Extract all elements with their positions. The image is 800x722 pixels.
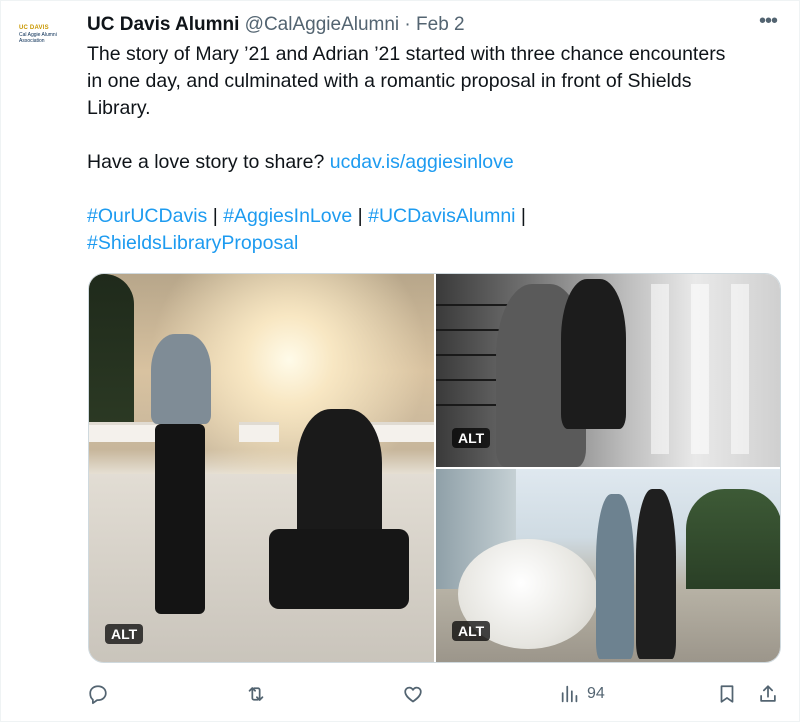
share-prefix: Have a love story to share?: [87, 151, 330, 173]
avatar-logo-text: UC DAVIS: [19, 25, 49, 31]
header-separator: ·: [404, 14, 411, 35]
share-icon: [760, 685, 776, 702]
share-link[interactable]: ucdav.is/aggiesinlove: [330, 151, 514, 173]
tweet-text-line: Library.: [87, 97, 151, 119]
media-grid: ALT ALT ALT: [88, 273, 781, 663]
hashtag-aggiesinlove[interactable]: #AggiesInLove: [223, 205, 352, 227]
more-options-icon[interactable]: •••: [753, 11, 783, 35]
share-button[interactable]: [757, 677, 779, 711]
hashtag-divider: |: [352, 205, 369, 227]
bar-chart-icon: [561, 685, 578, 703]
hashtag-divider: |: [207, 205, 224, 227]
avatar-logo-subtext-2: Association: [19, 38, 45, 44]
reply-icon: [89, 685, 107, 705]
retweet-icon: [248, 687, 264, 701]
tweet-header: UC Davis Alumni @CalAggieAlumni · Feb 2: [87, 13, 465, 37]
views-count: 94: [587, 685, 605, 702]
retweet-button[interactable]: [245, 677, 267, 711]
photo-couple-egghead[interactable]: ALT: [436, 469, 780, 662]
action-bar: 94: [87, 677, 787, 711]
hashtag-line: #OurUCDavis | #AggiesInLove | #UCDavisAl…: [87, 203, 787, 230]
reply-button[interactable]: [87, 677, 109, 711]
hashtag-line: #ShieldsLibraryProposal: [87, 230, 787, 257]
handle[interactable]: @CalAggieAlumni: [245, 14, 399, 35]
heart-icon: [404, 686, 422, 703]
tweet-date[interactable]: Feb 2: [416, 14, 465, 35]
like-button[interactable]: [402, 677, 424, 711]
alt-badge[interactable]: ALT: [452, 621, 491, 641]
tweet-text: The story of Mary ’21 and Adrian ’21 sta…: [87, 41, 787, 257]
photo-couple-railing[interactable]: ALT: [436, 274, 780, 467]
hashtag-ucdavisalumni[interactable]: #UCDavisAlumni: [368, 205, 515, 227]
bookmark-icon: [720, 685, 734, 703]
avatar[interactable]: UC DAVIS Cal Aggie Alumni Association: [19, 25, 69, 49]
display-name[interactable]: UC Davis Alumni: [87, 14, 239, 35]
hashtag-shieldslibraryproposal[interactable]: #ShieldsLibraryProposal: [87, 232, 298, 254]
alt-badge[interactable]: ALT: [105, 624, 144, 644]
alt-badge[interactable]: ALT: [452, 428, 491, 448]
photo-proposal[interactable]: ALT: [89, 274, 434, 662]
hashtag-divider: |: [515, 205, 526, 227]
hashtag-ourucdavis[interactable]: #OurUCDavis: [87, 205, 207, 227]
tweet-text-line: in one day, and culminated with a romant…: [87, 70, 692, 92]
share-line: Have a love story to share? ucdav.is/agg…: [87, 149, 787, 176]
tweet-text-line: The story of Mary ’21 and Adrian ’21 sta…: [87, 43, 726, 65]
bookmark-button[interactable]: [716, 677, 738, 711]
views-button[interactable]: 94: [559, 677, 605, 711]
tweet-card: UC DAVIS Cal Aggie Alumni Association UC…: [0, 0, 800, 722]
